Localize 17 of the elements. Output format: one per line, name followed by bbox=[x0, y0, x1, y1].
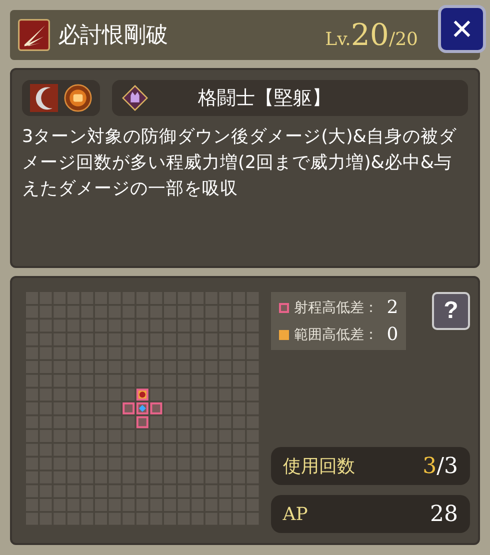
close-button[interactable]: ✕ bbox=[438, 5, 486, 53]
stat-value: 28 bbox=[430, 502, 458, 526]
help-button[interactable]: ? bbox=[432, 292, 470, 330]
skill-title: 必討恨剛破 bbox=[58, 22, 168, 50]
crescent-icon bbox=[30, 84, 58, 112]
stat-label: AP bbox=[282, 504, 308, 524]
legend-label: 射程高低差： bbox=[294, 298, 378, 316]
job-name: 格闘士【堅躯】 bbox=[198, 86, 331, 111]
skill-level: Lv.20/20 bbox=[325, 18, 418, 52]
legend-label: 範囲高低差： bbox=[294, 326, 378, 344]
slash-icon bbox=[18, 19, 50, 51]
skill-description: 3ターン対象の防御ダウン後ダメージ(大)&自身の被ダメージ回数が多い程威力増(2回まで威力増)&必中&与えたダメージの一部を吸収 bbox=[22, 126, 458, 201]
legend-value: 2 bbox=[386, 297, 398, 318]
crest-icon bbox=[122, 85, 148, 111]
stat-label: 使用回数 bbox=[282, 455, 355, 478]
stat-value: 3/3 bbox=[422, 454, 458, 478]
legend-value: 0 bbox=[386, 324, 398, 345]
